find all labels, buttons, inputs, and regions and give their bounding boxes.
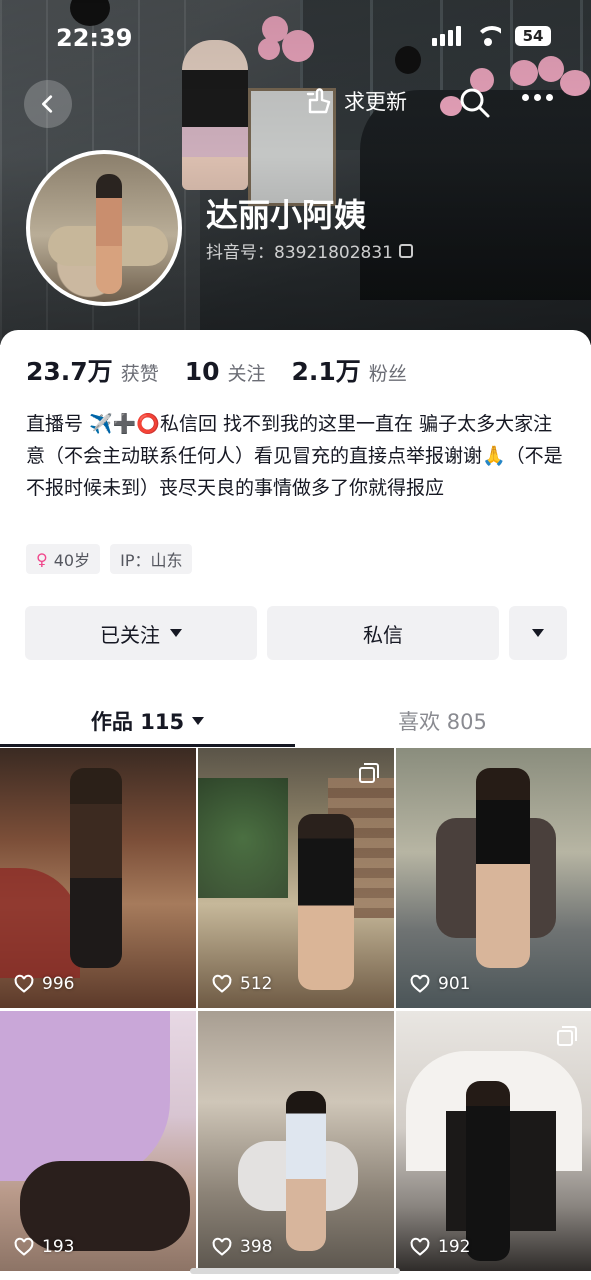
tab-indicator [0, 744, 295, 747]
stat-likes-value: 23.7万 [26, 357, 113, 386]
stat-likes-label: 获赞 [120, 363, 159, 385]
tab-likes-label: 喜欢 805 [398, 710, 487, 734]
avatar[interactable] [26, 150, 182, 306]
video-thumbnail[interactable]: 996 [0, 748, 196, 1008]
like-count: 192 [410, 1237, 470, 1257]
video-grid: 996 512 901 193 398 192 [0, 748, 591, 1271]
stat-following-label: 关注 [227, 363, 266, 385]
heart-icon [410, 974, 430, 993]
request-update-label: 求更新 [344, 90, 407, 114]
heart-icon [212, 1237, 232, 1256]
profile-bio: 直播号 ✈️➕⭕私信回 找不到我的这里一直在 骗子太多大家注意（不会主动联系任何… [26, 413, 563, 499]
signal-icon [432, 26, 461, 46]
ip-tag-label: IP：山东 [120, 551, 183, 570]
like-count: 193 [14, 1237, 74, 1257]
like-count: 996 [14, 974, 74, 994]
stat-followers[interactable]: 2.1万 粉丝 [292, 352, 407, 388]
douyin-id[interactable]: 抖音号：83921802831 [206, 238, 413, 263]
wifi-icon [475, 26, 501, 46]
back-button[interactable] [24, 80, 72, 128]
multi-image-icon [557, 1026, 577, 1046]
like-count: 398 [212, 1237, 272, 1257]
video-thumbnail[interactable]: 193 [0, 1011, 196, 1271]
like-count-value: 192 [438, 1237, 471, 1257]
age-tag: ♀ 40岁 [26, 544, 101, 574]
like-count: 901 [410, 974, 470, 994]
profile-stats: 23.7万 获赞 10 关注 2.1万 粉丝 [26, 352, 433, 388]
chevron-left-icon [42, 95, 53, 113]
status-time: 22:39 [56, 24, 133, 52]
profile-actions: 已关注 私信 [25, 606, 567, 660]
douyin-id-text: 抖音号：83921802831 [206, 243, 393, 263]
heart-icon [14, 974, 34, 993]
stat-followers-label: 粉丝 [368, 363, 407, 385]
request-update-button[interactable]: 求更新 [304, 86, 407, 116]
like-count: 512 [212, 974, 272, 994]
heart-icon [14, 1237, 34, 1256]
multi-image-icon [359, 763, 379, 783]
like-count-value: 996 [42, 974, 75, 994]
profile-tags: ♀ 40岁 IP：山东 [26, 544, 193, 574]
profile-nickname: 达丽小阿姨 [206, 196, 367, 234]
tab-likes[interactable]: 喜欢 805 [295, 696, 590, 746]
pointing-hand-icon [306, 88, 331, 114]
caret-down-icon [532, 629, 544, 637]
search-icon[interactable] [458, 86, 492, 120]
caret-down-icon [170, 629, 182, 637]
stat-following-value: 10 [184, 357, 220, 386]
video-thumbnail[interactable]: 512 [198, 748, 394, 1008]
status-icons: 54 [432, 26, 551, 46]
stat-likes[interactable]: 23.7万 获赞 [26, 352, 159, 388]
heart-icon [410, 1237, 430, 1256]
message-button[interactable]: 私信 [267, 606, 499, 660]
caret-down-icon [192, 717, 205, 725]
following-button[interactable]: 已关注 [25, 606, 257, 660]
heart-icon [212, 974, 232, 993]
like-count-value: 512 [240, 974, 273, 994]
battery-indicator: 54 [515, 26, 551, 46]
age-tag-label: 40岁 [53, 551, 91, 570]
tab-works-label: 作品 115 [90, 710, 185, 734]
message-button-label: 私信 [363, 622, 403, 647]
home-indicator [190, 1268, 400, 1274]
video-thumbnail[interactable]: 192 [396, 1011, 591, 1271]
copy-icon[interactable] [398, 243, 413, 258]
ip-tag: IP：山东 [110, 544, 193, 574]
following-button-label: 已关注 [100, 622, 160, 647]
profile-card: 23.7万 获赞 10 关注 2.1万 粉丝 直播号 ✈️➕⭕私信回 找不到我的… [0, 330, 591, 1280]
like-count-value: 193 [42, 1237, 75, 1257]
stat-followers-value: 2.1万 [291, 357, 361, 386]
content-tabs: 作品 115 喜欢 805 [0, 696, 591, 746]
tab-works[interactable]: 作品 115 [0, 696, 295, 746]
video-thumbnail[interactable]: 398 [198, 1011, 394, 1271]
video-thumbnail[interactable]: 901 [396, 748, 591, 1008]
female-icon: ♀ [36, 549, 48, 569]
like-count-value: 398 [240, 1237, 273, 1257]
stat-following[interactable]: 10 关注 [185, 357, 266, 386]
like-count-value: 901 [438, 974, 471, 994]
more-icon[interactable] [522, 94, 553, 101]
recommend-toggle-button[interactable] [509, 606, 567, 660]
